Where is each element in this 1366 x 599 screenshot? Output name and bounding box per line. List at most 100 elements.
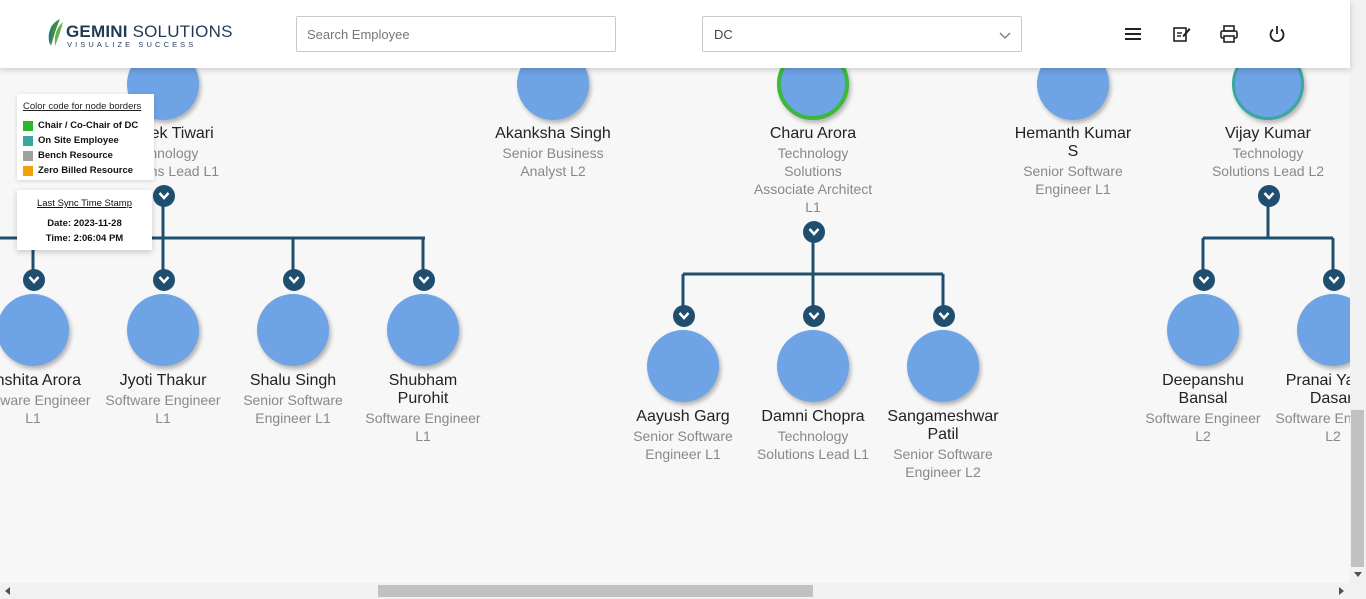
node-title-pranai-2: L2: [1325, 428, 1341, 444]
node-name-damni: Damni Chopra: [761, 408, 865, 425]
node-name-anshita: Anshita Arora: [0, 372, 82, 389]
sync-title: Last Sync Time Stamp: [36, 198, 133, 209]
node-title-anshita-2: L1: [25, 410, 41, 426]
chevron-down-icon: [1328, 276, 1340, 284]
node-title-shalu-1: Senior Software: [243, 392, 343, 408]
dc-select[interactable]: DC: [702, 16, 1022, 52]
node-name-deepanshu-2: Bansal: [1178, 390, 1228, 407]
chevron-down-icon: [1198, 276, 1210, 284]
power-icon[interactable]: [1267, 24, 1287, 44]
legend-label-bench: Bench Resource: [38, 150, 113, 161]
node-title-hemanth-2: Engineer L1: [1035, 181, 1111, 197]
node-avatar-shalu[interactable]: [257, 294, 329, 366]
legend-label-chair: Chair / Co-Chair of DC: [38, 120, 139, 131]
expand-toggle-deepanshu[interactable]: [1193, 269, 1215, 291]
node-avatar-deepanshu[interactable]: [1167, 294, 1239, 366]
chevron-down-icon: [288, 276, 300, 284]
node-title-charu-4: L1: [805, 199, 821, 215]
node-title-charu-3: Associate Architect: [753, 181, 873, 197]
scroll-right-arrow-icon[interactable]: [1339, 587, 1344, 595]
expand-toggle-aayush[interactable]: [673, 305, 695, 327]
expand-toggle-sangameshwar[interactable]: [933, 305, 955, 327]
node-title-charu-2: Solutions: [784, 163, 842, 179]
scroll-down-arrow-icon[interactable]: [1354, 572, 1362, 577]
sync-timestamp-panel: Last Sync Time Stamp Date: 2023-11-28 Ti…: [17, 190, 152, 250]
expand-toggle-shubham[interactable]: [413, 269, 435, 291]
node-title-sangameshwar-1: Senior Software: [893, 446, 993, 462]
node-title-vijay-2: Solutions Lead L2: [1211, 163, 1325, 179]
expand-toggle-vijay[interactable]: [1258, 185, 1280, 207]
expand-toggle-jyoti[interactable]: [153, 269, 175, 291]
node-name-sangameshwar-2: Patil: [927, 426, 959, 443]
expand-toggle-anshita[interactable]: [23, 269, 45, 291]
node-name-jyoti: Jyoti Thakur: [119, 372, 207, 389]
print-icon[interactable]: [1219, 24, 1239, 44]
node-name-shubham-2: Purohit: [397, 390, 449, 407]
expand-toggle-abhishek[interactable]: [153, 185, 175, 207]
node-name-pranai-1: Pranai Yadav: [1285, 372, 1350, 389]
chevron-down-icon: [1263, 192, 1275, 200]
edit-note-icon[interactable]: [1171, 24, 1191, 44]
node-title-damni-1: Technology: [777, 428, 849, 444]
node-title-anshita-1: Software Engineer: [0, 392, 91, 408]
node-name-akanksha: Akanksha Singh: [495, 125, 611, 142]
node-title-damni-2: Solutions Lead L1: [756, 446, 870, 462]
chevron-down-icon: [158, 276, 170, 284]
chevron-down-icon: [808, 312, 820, 320]
legend-label-onsite: On Site Employee: [38, 135, 119, 146]
legend-label-zero-billed: Zero Billed Resource: [38, 165, 134, 176]
node-title-jyoti-1: Software Engineer: [105, 392, 221, 408]
node-name-hemanth-1: Hemanth Kumar: [1014, 125, 1132, 142]
node-name-shubham-1: Shubham: [388, 372, 458, 389]
vertical-scrollbar-thumb[interactable]: [1351, 410, 1364, 567]
chevron-down-icon: [158, 192, 170, 200]
node-title-deepanshu-1: Software Engineer: [1145, 410, 1261, 426]
expand-toggle-shalu[interactable]: [283, 269, 305, 291]
node-avatar-aayush[interactable]: [647, 330, 719, 402]
node-name-vijay: Vijay Kumar: [1225, 125, 1311, 142]
node-title-aayush-1: Senior Software: [633, 428, 733, 444]
expand-toggle-charu[interactable]: [803, 221, 825, 243]
leaf-logo-icon: [48, 19, 63, 46]
expand-toggle-damni[interactable]: [803, 305, 825, 327]
search-employee-input[interactable]: [296, 16, 616, 52]
node-avatar-shubham[interactable]: [387, 294, 459, 366]
horizontal-scrollbar-thumb[interactable]: [378, 585, 813, 597]
dc-select-value: DC: [714, 27, 733, 42]
chevron-down-icon: [808, 228, 820, 236]
node-avatar-sangameshwar[interactable]: [907, 330, 979, 402]
logo-brand-bold: GEMINI: [66, 22, 128, 41]
node-title-aayush-2: Engineer L1: [645, 446, 721, 462]
node-name-hemanth-2: S: [1067, 143, 1079, 160]
node-name-charu: Charu Arora: [769, 125, 857, 142]
node-name-sangameshwar-1: Sangameshwar: [887, 408, 999, 425]
node-title-deepanshu-2: L2: [1195, 428, 1211, 444]
expand-toggle-pranai[interactable]: [1323, 269, 1345, 291]
menu-icon[interactable]: [1123, 24, 1143, 44]
legend-swatch-zero-billed: [23, 166, 33, 176]
node-avatar-jyoti[interactable]: [127, 294, 199, 366]
node-title-akanksha-2: Analyst L2: [520, 163, 586, 179]
chevron-down-icon: [938, 312, 950, 320]
sync-time: Time: 2:06:04 PM: [45, 233, 124, 244]
node-title-akanksha-1: Senior Business: [502, 145, 604, 161]
node-avatar-anshita[interactable]: [0, 294, 69, 366]
legend-swatch-onsite: [23, 136, 33, 146]
logo-tagline: VISUALIZE SUCCESS: [67, 40, 197, 49]
gemini-logo[interactable]: GEMINI SOLUTIONS VISUALIZE SUCCESS: [46, 16, 232, 52]
node-name-shalu: Shalu Singh: [249, 372, 337, 389]
node-title-shubham-2: L1: [415, 428, 431, 444]
node-title-shalu-2: Engineer L1: [255, 410, 331, 426]
logo-brand: GEMINI SOLUTIONS: [66, 22, 233, 42]
chevron-down-icon: [999, 32, 1011, 39]
node-avatar-damni[interactable]: [777, 330, 849, 402]
node-avatar-pranai[interactable]: [1297, 294, 1350, 366]
scroll-left-arrow-icon[interactable]: [5, 587, 10, 595]
node-name-deepanshu-1: Deepanshu: [1162, 372, 1244, 389]
node-title-jyoti-2: L1: [155, 410, 171, 426]
node-title-charu-1: Technology: [777, 145, 849, 161]
legend-swatch-chair: [23, 121, 33, 131]
chevron-down-icon: [418, 276, 430, 284]
node-name-aayush: Aayush Garg: [636, 408, 730, 425]
node-title-sangameshwar-2: Engineer L2: [905, 464, 981, 480]
